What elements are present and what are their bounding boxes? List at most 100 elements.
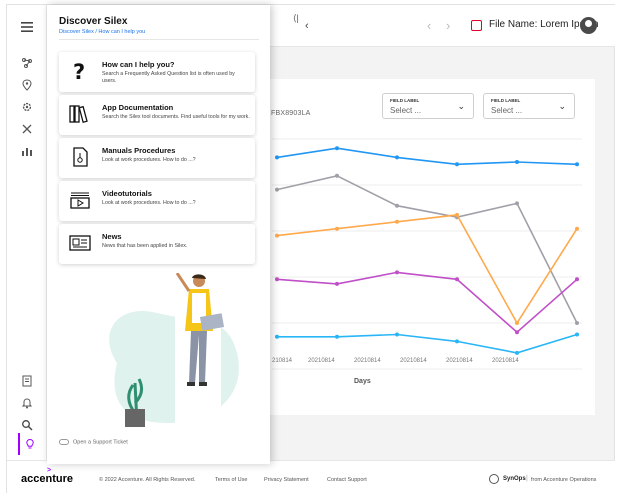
- prev-nav-icon[interactable]: ‹: [427, 18, 431, 33]
- data-point[interactable]: [575, 162, 579, 167]
- analytics-icon[interactable]: [17, 141, 37, 161]
- card-title: Videotutorials: [102, 189, 152, 198]
- data-point[interactable]: [335, 173, 339, 178]
- manual-icon: [69, 146, 91, 168]
- next-nav-icon[interactable]: ›: [446, 18, 450, 33]
- accenture-logo: accenture >: [21, 467, 73, 485]
- x-axis-label: Days: [354, 378, 371, 385]
- data-point[interactable]: [515, 201, 519, 206]
- filter-label: FIELD LABEL: [390, 98, 420, 103]
- data-point[interactable]: [575, 321, 579, 325]
- data-point[interactable]: [515, 330, 519, 335]
- card-title: App Documentation: [102, 103, 174, 112]
- lightbulb-icon[interactable]: [20, 434, 40, 454]
- chevron-down-icon: ⌄: [457, 101, 465, 111]
- card-title: How can I help you?: [102, 60, 175, 69]
- data-point[interactable]: [455, 339, 459, 344]
- card-code: FBX8903LA: [271, 110, 311, 117]
- data-point[interactable]: [395, 270, 399, 275]
- x-tick-label: 20210814: [446, 358, 473, 364]
- data-point[interactable]: [275, 334, 279, 339]
- data-point[interactable]: [335, 226, 339, 231]
- tools-icon[interactable]: [17, 119, 37, 139]
- card-desc: News that has been applied in Silex.: [102, 243, 188, 249]
- data-point[interactable]: [515, 160, 519, 164]
- data-point[interactable]: [455, 212, 459, 217]
- footer: accenture > © 2022 Accenture. All Rights …: [7, 460, 615, 493]
- data-point[interactable]: [275, 277, 279, 282]
- collapse-panel-icon[interactable]: ⟨|: [293, 13, 299, 24]
- menu-icon[interactable]: [17, 17, 37, 37]
- data-point[interactable]: [335, 146, 339, 151]
- card-videotutorials[interactable]: Videotutorials Look at work procedures. …: [59, 181, 255, 221]
- data-point[interactable]: [275, 187, 279, 192]
- separator: |: [526, 475, 528, 482]
- card-help[interactable]: ? How can I help you? Search a Frequentl…: [59, 52, 255, 92]
- app-window: ‹ ‹ › File Name: Lorem Ipsum FBX8903LA F…: [6, 4, 615, 493]
- series-line-0: [276, 147, 578, 166]
- breadcrumb[interactable]: Discover Silex / How can I help you: [59, 29, 145, 35]
- divider: [59, 39, 259, 40]
- series-line-4: [277, 333, 578, 354]
- data-point[interactable]: [575, 277, 579, 282]
- discover-panel: Discover Silex ⟨| Discover Silex / How c…: [47, 5, 299, 464]
- data-point[interactable]: [455, 277, 459, 282]
- data-point[interactable]: [455, 162, 459, 167]
- panel-title: Discover Silex: [59, 16, 128, 27]
- card-manuals[interactable]: Manuals Procedures Look at work procedur…: [59, 138, 255, 178]
- notification-bell-icon[interactable]: [17, 393, 37, 413]
- privacy-link[interactable]: Privacy Statement: [264, 477, 309, 483]
- svg-text:?: ?: [73, 60, 85, 82]
- terms-link[interactable]: Terms of Use: [215, 477, 247, 483]
- chevron-left-icon[interactable]: ‹: [305, 20, 309, 32]
- document-icon[interactable]: [17, 371, 37, 391]
- synops-icon: [489, 474, 499, 484]
- data-point[interactable]: [335, 281, 339, 286]
- user-avatar-icon[interactable]: [580, 17, 597, 34]
- file-icon: [471, 20, 482, 31]
- series-line-1: [276, 174, 578, 324]
- data-point[interactable]: [515, 321, 519, 325]
- search-icon[interactable]: [17, 415, 37, 435]
- data-point[interactable]: [395, 203, 399, 208]
- card-title: Manuals Procedures: [102, 146, 176, 155]
- data-point[interactable]: [275, 155, 279, 160]
- filter-select-2[interactable]: FIELD LABEL Select ... ⌄: [483, 93, 575, 119]
- group-icon: [59, 439, 69, 445]
- card-desc: Search a Frequently Asked Question list …: [102, 71, 235, 84]
- chart-plot-area: [272, 138, 582, 370]
- filter-select-1[interactable]: FIELD LABEL Select ... ⌄: [382, 93, 474, 119]
- x-tick-label: 20210814: [400, 358, 427, 364]
- card-desc: Look at work procedures. How to do ...?: [102, 157, 196, 163]
- person-illustration: [109, 273, 239, 427]
- video-icon: [69, 189, 91, 211]
- network-icon[interactable]: [17, 53, 37, 73]
- data-point[interactable]: [515, 350, 519, 355]
- data-point[interactable]: [395, 219, 399, 224]
- data-point[interactable]: [575, 226, 579, 231]
- from-label: from Accenture Operations: [531, 477, 597, 483]
- left-rail: [7, 5, 47, 460]
- support-ticket-link[interactable]: Open a Support Ticket: [59, 439, 128, 445]
- copyright-text: © 2022 Accenture. All Rights Reserved.: [99, 477, 196, 483]
- x-tick-label: 210814: [272, 358, 293, 364]
- data-point[interactable]: [335, 334, 339, 339]
- data-point[interactable]: [575, 332, 579, 337]
- card-documentation[interactable]: App Documentation Search the Silex tool …: [59, 95, 255, 135]
- question-icon: ?: [69, 60, 91, 82]
- location-icon[interactable]: [17, 75, 37, 95]
- card-desc: Search the Silex tool documents. Find us…: [102, 114, 250, 120]
- settings-icon[interactable]: [17, 97, 37, 117]
- synops-label: SynOps: [503, 476, 526, 482]
- x-tick-label: 20210814: [354, 358, 381, 364]
- card-news[interactable]: News News that has been applied in Silex…: [59, 224, 255, 264]
- x-tick-label: 20210814: [492, 358, 519, 364]
- card-desc: Look at work procedures. How to do ...?: [102, 200, 196, 206]
- data-point[interactable]: [275, 233, 279, 238]
- contact-support-link[interactable]: Contact Support: [327, 477, 367, 483]
- x-tick-label: 20210814: [308, 358, 335, 364]
- books-icon: [69, 103, 91, 125]
- data-point[interactable]: [395, 155, 399, 160]
- data-point[interactable]: [395, 332, 399, 337]
- filter-placeholder: Select ...: [491, 106, 523, 115]
